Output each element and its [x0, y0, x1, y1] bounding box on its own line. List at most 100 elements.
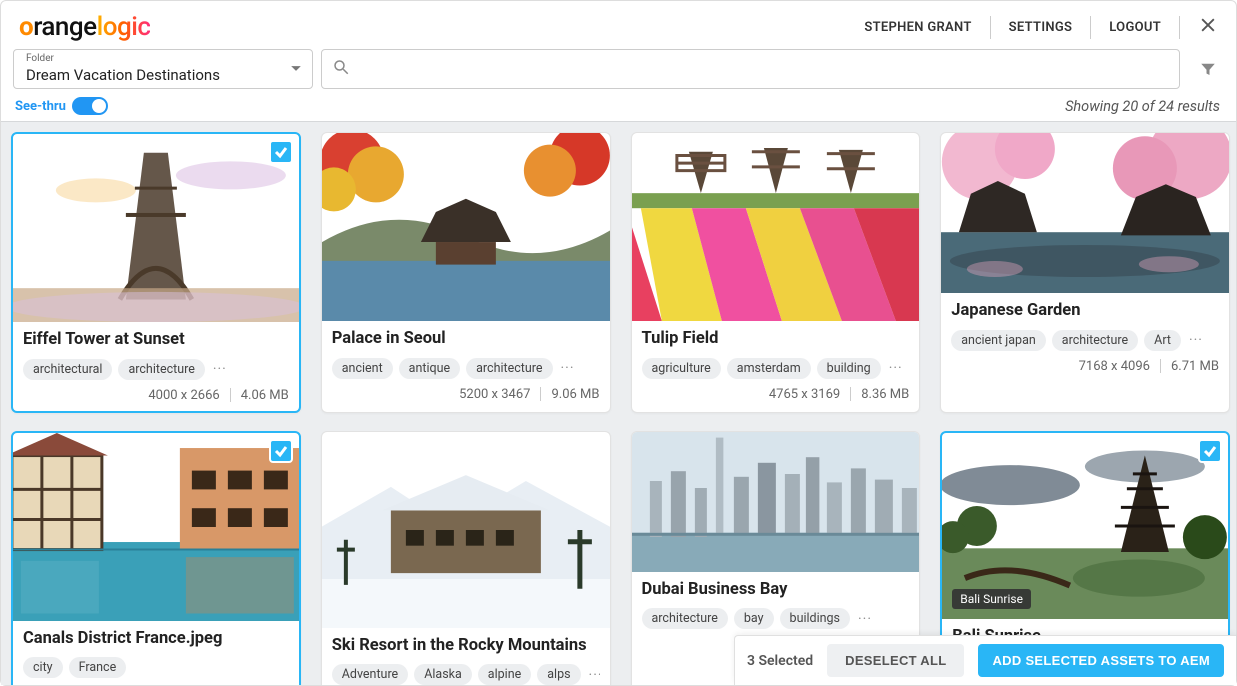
asset-title: Eiffel Tower at Sunset: [23, 330, 289, 351]
tag-chip[interactable]: building: [817, 358, 881, 379]
more-tags-icon[interactable]: ···: [887, 360, 905, 376]
asset-thumbnail[interactable]: [632, 133, 920, 321]
file-size: 8.36 MB: [861, 387, 909, 402]
tag-chip[interactable]: ancient: [332, 358, 393, 379]
tag-row: agriculture amsterdam building ···: [642, 358, 910, 379]
selection-footer: 3 Selected DESELECT ALL ADD SELECTED ASS…: [734, 635, 1236, 685]
card-body: Eiffel Tower at Sunset architecturalarch…: [13, 322, 299, 411]
tag-chip[interactable]: amsterdam: [727, 358, 811, 379]
folder-select[interactable]: Folder Dream Vacation Destinations: [13, 49, 313, 89]
more-tags-icon[interactable]: ···: [559, 360, 577, 376]
selected-checkbox-icon[interactable]: [1198, 439, 1222, 463]
asset-grid: Eiffel Tower at Sunset architecturalarch…: [11, 132, 1230, 685]
tag-row: architecture bay buildings ···: [642, 608, 910, 629]
tag-chip[interactable]: alps: [537, 664, 580, 685]
tag-chip[interactable]: architectural: [23, 359, 112, 380]
tag-chip[interactable]: architecture: [118, 359, 204, 380]
asset-meta: 5200 x 3467 9.06 MB: [332, 387, 600, 402]
see-thru-toggle-group: See-thru: [15, 97, 108, 115]
header-nav: STEPHEN GRANT SETTINGS LOGOUT: [846, 11, 1222, 43]
tag-chip[interactable]: ancient japan: [951, 330, 1046, 351]
asset-grid-scroll[interactable]: Eiffel Tower at Sunset architecturalarch…: [1, 121, 1236, 685]
folder-value: Dream Vacation Destinations: [26, 65, 302, 85]
see-thru-toggle[interactable]: [72, 97, 108, 115]
tag-row: ancient japan architecture Art ···: [951, 330, 1219, 351]
tag-chip[interactable]: agriculture: [642, 358, 721, 379]
asset-title: Dubai Business Bay: [642, 580, 910, 601]
tag-row: architectural architecture ···: [23, 359, 289, 380]
tag-row: ancient antique architecture ···: [332, 358, 600, 379]
asset-card[interactable]: Ski Resort in the Rocky Mountains Advent…: [321, 431, 611, 685]
selection-count: 3 Selected: [747, 653, 813, 669]
settings-link[interactable]: SETTINGS: [991, 16, 1092, 39]
tag-chip[interactable]: architecture: [642, 608, 728, 629]
tag-chip[interactable]: Alaska: [414, 664, 472, 685]
more-tags-icon[interactable]: ···: [211, 361, 229, 377]
toolbar: Folder Dream Vacation Destinations: [1, 49, 1236, 95]
asset-title: Tulip Field: [642, 329, 910, 350]
tag-chip[interactable]: Adventure: [332, 664, 408, 685]
asset-card[interactable]: Tulip Field agriculture amsterdam building…: [631, 132, 921, 413]
card-body: Japanese Garden ancient japanarchitectur…: [941, 293, 1229, 382]
file-size: 4.06 MB: [241, 388, 289, 403]
asset-thumbnail[interactable]: [322, 133, 610, 321]
dimensions: 7168 x 4096: [1079, 359, 1150, 374]
folder-label: Folder: [26, 53, 302, 65]
asset-card[interactable]: Eiffel Tower at Sunset architecturalarch…: [11, 132, 301, 413]
asset-card[interactable]: Japanese Garden ancient japanarchitectur…: [940, 132, 1230, 413]
asset-title: Ski Resort in the Rocky Mountains: [332, 636, 600, 657]
asset-title: Palace in Seoul: [332, 329, 600, 350]
more-tags-icon[interactable]: ···: [1187, 332, 1205, 348]
chevron-down-icon: [290, 60, 302, 79]
card-body: Tulip Field agriculture amsterdam building…: [632, 321, 920, 410]
user-name[interactable]: STEPHEN GRANT: [846, 16, 990, 39]
card-body: Palace in Seoul ancient antique architectu…: [322, 321, 610, 410]
asset-card[interactable]: Canals District France.jpeg city France: [11, 431, 301, 685]
tag-row: Adventure Alaska alpine alps ···: [332, 664, 600, 685]
card-body: Ski Resort in the Rocky Mountains Advent…: [322, 628, 610, 685]
search-input[interactable]: [358, 61, 1169, 78]
dimensions: 5200 x 3467: [459, 387, 530, 402]
search-input-wrap[interactable]: [321, 49, 1180, 89]
brand-logo: orangelogic: [19, 12, 150, 42]
card-body: Canals District France.jpeg city France: [13, 621, 299, 685]
asset-title: Canals District France.jpeg: [23, 629, 289, 650]
selected-checkbox-icon[interactable]: [269, 439, 293, 463]
asset-thumbnail[interactable]: [322, 432, 610, 628]
asset-meta: 7168 x 4096 6.71 MB: [951, 359, 1219, 374]
search-icon: [332, 58, 350, 80]
close-icon[interactable]: [1194, 11, 1222, 43]
asset-thumbnail[interactable]: [13, 134, 299, 322]
tag-chip[interactable]: buildings: [780, 608, 850, 629]
asset-thumbnail[interactable]: [632, 432, 920, 572]
add-to-aem-button[interactable]: ADD SELECTED ASSETS TO AEM: [978, 644, 1224, 677]
tag-chip[interactable]: France: [69, 657, 127, 678]
asset-thumbnail[interactable]: [13, 433, 299, 621]
asset-thumbnail[interactable]: Bali Sunrise: [942, 433, 1228, 619]
dimensions: 4765 x 3169: [769, 387, 840, 402]
tag-chip[interactable]: antique: [399, 358, 460, 379]
status-row: See-thru Showing 20 of 24 results: [1, 95, 1236, 121]
more-tags-icon[interactable]: ···: [587, 667, 600, 683]
deselect-all-button[interactable]: DESELECT ALL: [827, 644, 964, 677]
tag-chip[interactable]: Art: [1144, 330, 1181, 351]
asset-thumbnail[interactable]: [941, 133, 1229, 293]
file-size: 9.06 MB: [551, 387, 599, 402]
tag-chip[interactable]: architecture: [1052, 330, 1138, 351]
tag-chip[interactable]: alpine: [478, 664, 531, 685]
asset-meta: 4000 x 2666 4.06 MB: [23, 388, 289, 403]
header: orangelogic STEPHEN GRANT SETTINGS LOGOU…: [1, 1, 1236, 49]
tag-chip[interactable]: city: [23, 657, 63, 678]
more-tags-icon[interactable]: ···: [856, 611, 874, 627]
asset-card[interactable]: Palace in Seoul ancient antique architectu…: [321, 132, 611, 413]
selected-checkbox-icon[interactable]: [269, 140, 293, 164]
tag-chip[interactable]: bay: [734, 608, 774, 629]
file-size: 6.71 MB: [1171, 359, 1219, 374]
asset-meta: 4765 x 3169 8.36 MB: [642, 387, 910, 402]
tag-chip[interactable]: architecture: [466, 358, 552, 379]
filter-icon[interactable]: [1192, 53, 1224, 85]
tag-row: city France: [23, 657, 289, 678]
logout-link[interactable]: LOGOUT: [1091, 16, 1180, 39]
see-thru-label: See-thru: [15, 99, 66, 114]
results-count: Showing 20 of 24 results: [1065, 98, 1220, 115]
